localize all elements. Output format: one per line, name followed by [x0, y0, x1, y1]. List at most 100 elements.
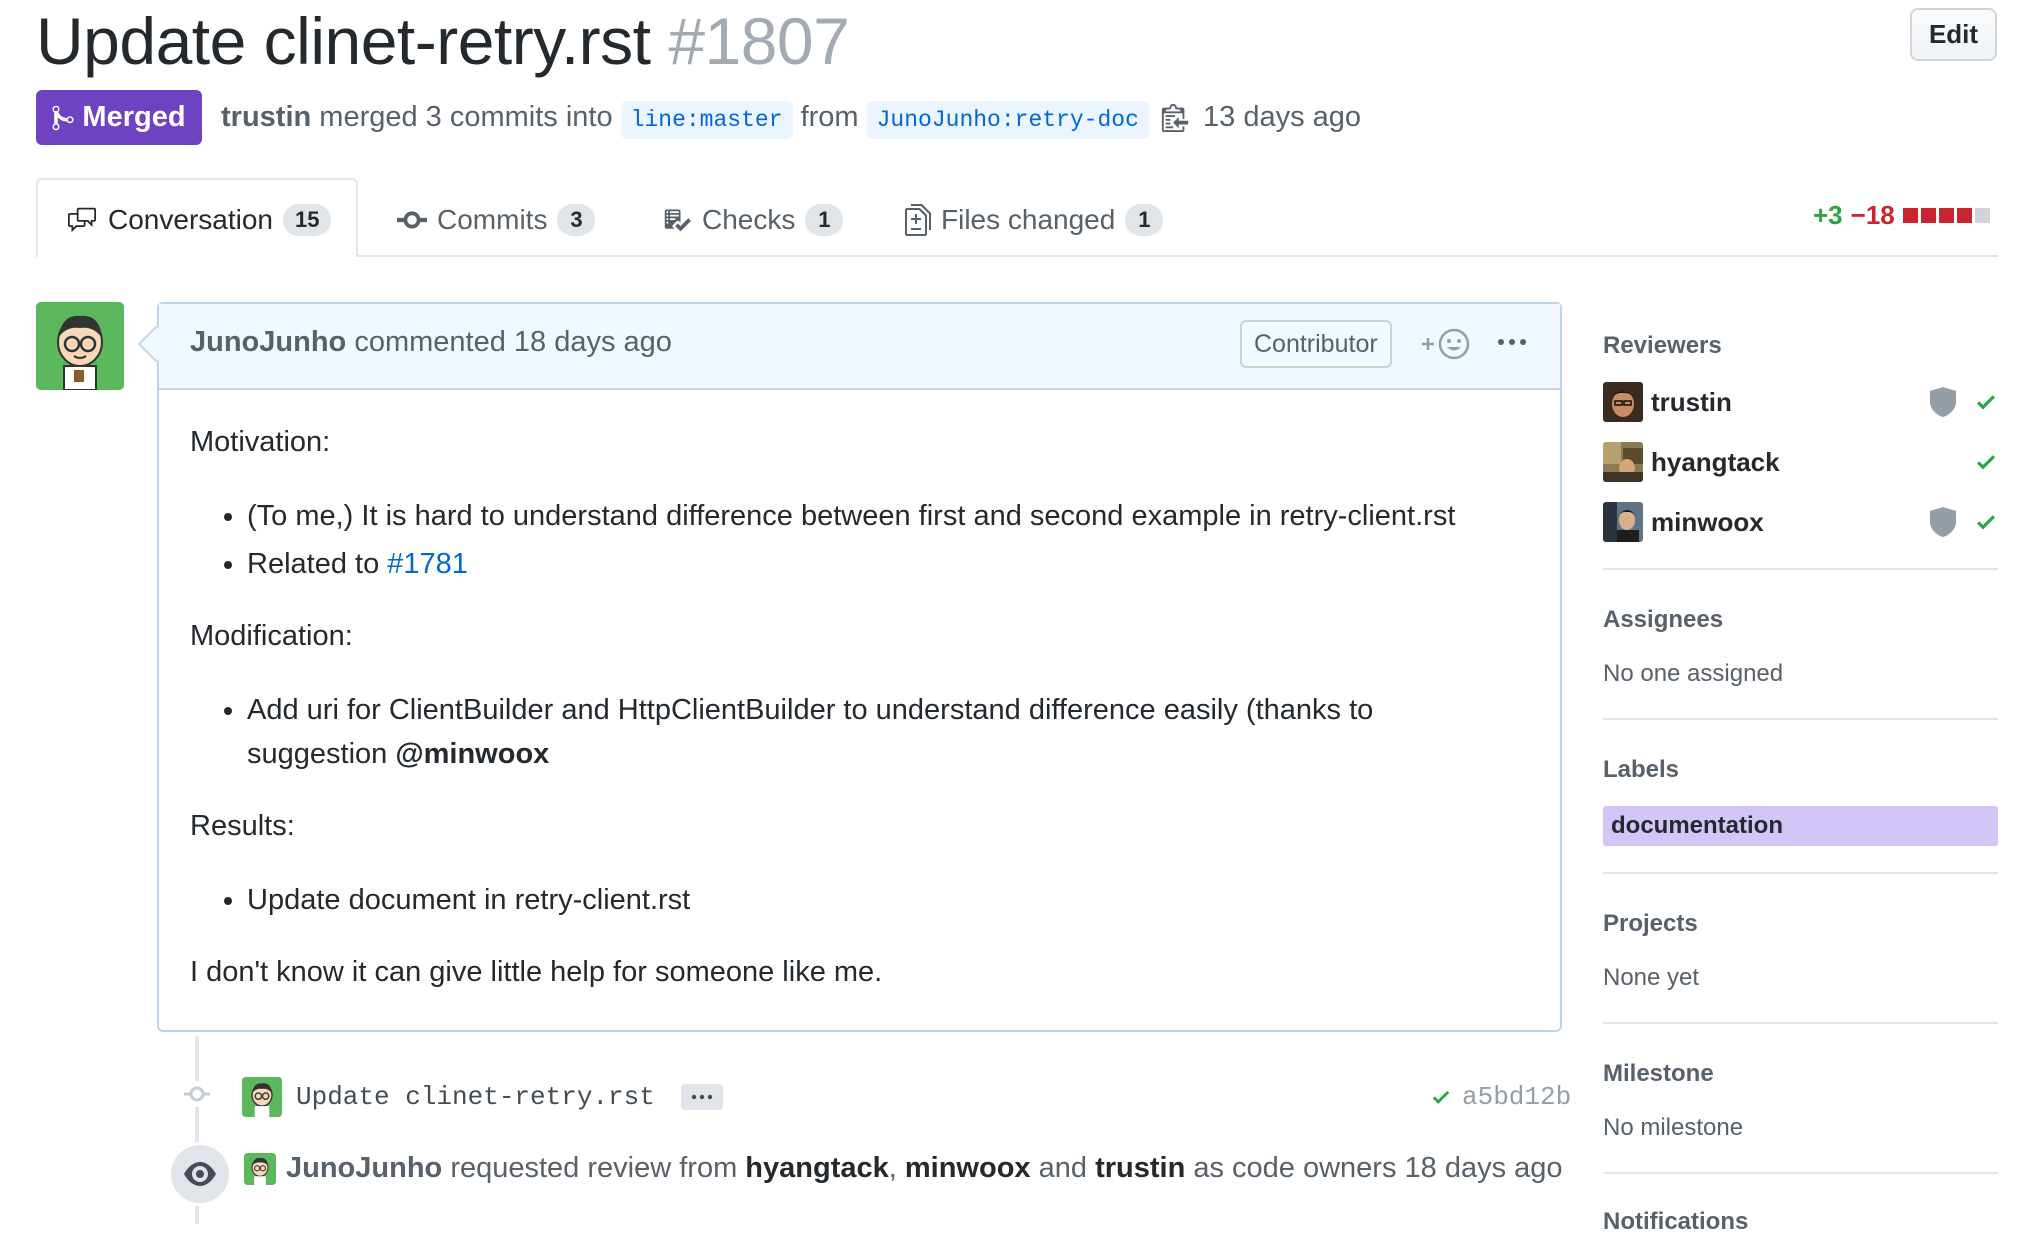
pr-number: #1807: [668, 4, 850, 78]
reviewer-link[interactable]: hyangtack: [745, 1152, 888, 1184]
results-list: Update document in retry-client.rst: [190, 878, 1510, 922]
merged-ago: 13 days ago: [1203, 101, 1362, 133]
diffstat-additions: +3: [1813, 200, 1843, 230]
tab-counter: 15: [282, 204, 332, 236]
diffstat: +3 −18: [1813, 200, 1990, 231]
milestone-heading[interactable]: Milestone: [1603, 1060, 1714, 1088]
event-author[interactable]: JunoJunho: [286, 1152, 442, 1184]
reviewer-row: hyangtack: [1603, 442, 1998, 482]
reviewer-avatar[interactable]: [1603, 382, 1643, 422]
tab-counter: 1: [1125, 204, 1164, 236]
reviewer-avatar[interactable]: [1603, 502, 1643, 542]
reviewers-heading[interactable]: Reviewers: [1603, 332, 1722, 360]
from-text: from: [800, 101, 859, 133]
tab-label: Commits: [437, 204, 548, 235]
issue-link[interactable]: #1781: [387, 548, 468, 580]
sidebar-divider: [1603, 1022, 1998, 1024]
sidebar-divider: [1603, 718, 1998, 720]
reviewer-row: trustin: [1603, 382, 1998, 422]
commit-message[interactable]: Update clinet-retry.rst: [296, 1082, 655, 1112]
motivation-heading: Motivation:: [190, 426, 331, 458]
comment-action[interactable]: commented 18 days ago: [354, 326, 672, 358]
motivation-list: (To me,) It is hard to understand differ…: [190, 494, 1510, 586]
edit-button[interactable]: Edit: [1910, 8, 1997, 61]
diffstat-block: [1956, 208, 1972, 223]
event-author-avatar[interactable]: [244, 1152, 276, 1185]
event-and: and: [1038, 1152, 1087, 1184]
diffstat-block: [1902, 208, 1918, 223]
diffstat-blocks: [1902, 208, 1990, 223]
approved-check-icon: [1977, 515, 1995, 530]
diffstat-block: [1974, 208, 1990, 223]
tab-conversation[interactable]: Conversation 15: [66, 200, 332, 240]
copy-clipboard-icon[interactable]: [1161, 102, 1189, 132]
base-branch[interactable]: line:master: [620, 101, 793, 139]
commit-expand-button[interactable]: [680, 1084, 723, 1110]
commit-sha[interactable]: a5bd12b: [1462, 1082, 1571, 1112]
diffstat-block: [1938, 208, 1954, 223]
tab-label: Checks: [702, 204, 796, 235]
event-time[interactable]: as code owners 18 days ago: [1193, 1152, 1562, 1184]
ellipsis-icon: [691, 1094, 713, 1100]
projects-value: None yet: [1603, 964, 1700, 991]
sidebar-divider: [1603, 1172, 1998, 1174]
closing-text: I don't know it can give little help for…: [190, 956, 883, 988]
projects-heading[interactable]: Projects: [1603, 910, 1698, 938]
tab-checks[interactable]: Checks 1: [662, 200, 844, 240]
author-avatar[interactable]: [36, 302, 124, 390]
git-merge-icon: [52, 105, 74, 130]
approved-check-icon: [1977, 455, 1995, 470]
check-icon[interactable]: [1428, 1086, 1454, 1108]
smiley-plus-icon: [1422, 328, 1470, 360]
related-prefix: Related to: [247, 548, 380, 580]
comment-author[interactable]: JunoJunho: [190, 326, 346, 358]
diffstat-block: [1920, 208, 1936, 223]
pr-title-line: Update clinet-retry.rst #1807: [36, 2, 850, 80]
comment-discussion-icon: [68, 207, 96, 233]
pr-title: Update clinet-retry.rst: [36, 4, 651, 78]
reviewer-name[interactable]: hyangtack: [1651, 447, 1974, 478]
notifications-heading: Notifications: [1603, 1208, 1749, 1235]
eye-icon: [184, 1162, 216, 1186]
comment-options-button[interactable]: [1496, 330, 1528, 359]
user-mention[interactable]: @minwoox: [395, 738, 549, 770]
reviewer-name[interactable]: minwoox: [1651, 507, 1930, 538]
approved-check-icon: [1977, 395, 1995, 410]
labels-heading[interactable]: Labels: [1603, 756, 1679, 784]
assignees-heading[interactable]: Assignees: [1603, 606, 1723, 634]
list-item: (To me,) It is hard to understand differ…: [247, 494, 1510, 538]
head-branch[interactable]: JunoJunho:retry-doc: [866, 101, 1149, 139]
merged-state-label: Merged: [82, 101, 186, 133]
comment-header-text: JunoJunho commented 18 days ago: [190, 326, 672, 359]
add-reaction-button[interactable]: [1418, 326, 1474, 367]
tab-files-changed[interactable]: Files changed 1: [905, 200, 1164, 240]
tab-label: Files changed: [941, 204, 1116, 235]
code-owner-shield-icon: [1930, 507, 1956, 537]
commit-row: Update clinet-retry.rst: [242, 1077, 723, 1117]
reviewer-link[interactable]: trustin: [1095, 1152, 1185, 1184]
reviewer-link[interactable]: minwoox: [905, 1152, 1031, 1184]
tab-commits[interactable]: Commits 3: [397, 200, 596, 240]
code-owner-shield-icon: [1930, 387, 1956, 417]
review-request-badge: [168, 1142, 232, 1206]
merged-state-badge: Merged: [36, 90, 202, 145]
reviewer-avatar[interactable]: [1603, 442, 1643, 482]
kebab-horizontal-icon: [1498, 339, 1526, 345]
list-item: Update document in retry-client.rst: [247, 878, 1510, 922]
commit-author-avatar[interactable]: [242, 1077, 282, 1117]
git-commit-icon: [397, 211, 427, 229]
avatar-illustration: [36, 302, 124, 390]
tab-counter: 1: [805, 204, 844, 236]
sidebar-divider: [1603, 568, 1998, 570]
sidebar-divider: [1603, 872, 1998, 874]
label-documentation[interactable]: documentation: [1603, 806, 1998, 846]
commit-status: a5bd12b: [1428, 1082, 1571, 1112]
file-diff-icon: [905, 204, 931, 236]
tab-label: Conversation: [108, 204, 273, 235]
list-item: Related to #1781: [247, 542, 1510, 586]
merge-summary: trustin merged 3 commits into line:maste…: [221, 94, 1361, 143]
review-request-event: JunoJunho requested review from hyangtac…: [244, 1152, 1563, 1185]
merger-name[interactable]: trustin: [221, 101, 311, 133]
event-text: requested review from: [450, 1152, 738, 1184]
reviewer-name[interactable]: trustin: [1651, 387, 1930, 418]
